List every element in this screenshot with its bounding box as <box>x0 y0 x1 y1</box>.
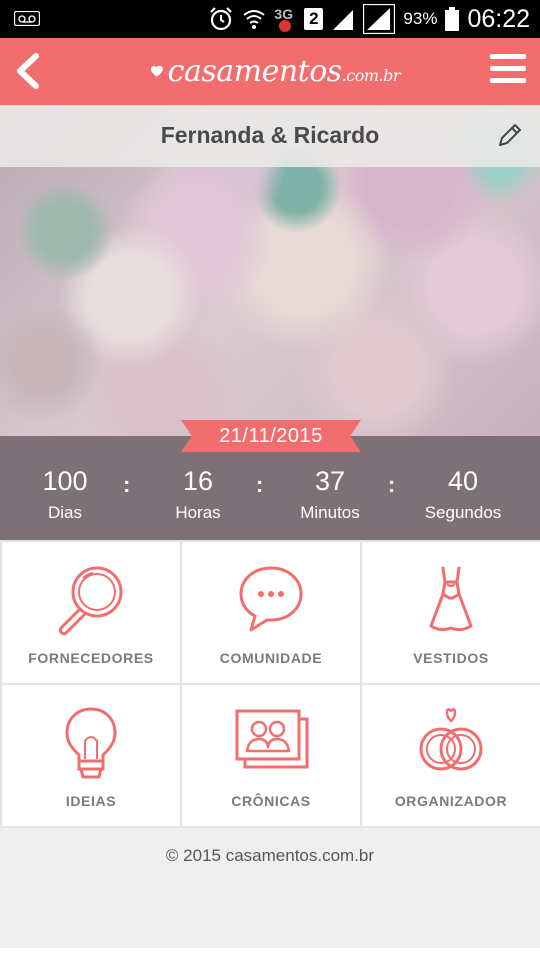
signal-icon <box>333 10 354 30</box>
hours-label: Horas <box>175 503 221 522</box>
wedding-date-ribbon: 21/11/2015 <box>181 420 361 452</box>
days-value: 100 <box>42 466 88 496</box>
tile-comunidade[interactable]: COMUNIDADE <box>182 542 360 683</box>
tile-label: COMUNIDADE <box>219 650 323 666</box>
tile-label: VESTIDOS <box>413 650 489 666</box>
alarm-icon <box>210 7 233 31</box>
tile-ideias[interactable]: IDEIAS <box>2 685 180 826</box>
clock: 06:22 <box>467 4 530 33</box>
countdown-separator: : <box>388 472 396 497</box>
wifi-icon <box>243 10 266 29</box>
countdown-separator: : <box>123 472 131 497</box>
minutes-value: 37 <box>314 466 346 496</box>
tile-label: CRÔNICAS <box>231 793 311 809</box>
signal-icon-2 <box>363 4 396 34</box>
app-bar: casamentos.com.br <box>0 38 540 105</box>
pencil-icon <box>499 124 521 146</box>
seconds-value: 40 <box>447 466 479 496</box>
minutes-label: Minutos <box>300 503 360 522</box>
battery-percent: 93% <box>403 9 438 28</box>
brand-name: casamentos.com.br <box>167 53 401 89</box>
copyright-text: © 2015 casamentos.com.br <box>165 846 375 865</box>
tile-label: FORNECEDORES <box>28 650 154 666</box>
countdown-seconds: 40 Segundos <box>398 466 528 523</box>
edit-button[interactable] <box>496 121 524 149</box>
countdown-minutes: 37 Minutos <box>265 466 395 523</box>
hamburger-icon <box>490 54 526 83</box>
sim-slot-badge: 2 <box>304 8 324 30</box>
tile-vestidos[interactable]: VESTIDOS <box>362 542 540 683</box>
wedding-date: 21/11/2015 <box>219 425 323 447</box>
footer: © 2015 casamentos.com.br <box>0 828 540 948</box>
magnifier-icon <box>58 566 123 636</box>
voicemail-icon <box>14 11 40 26</box>
days-label: Dias <box>47 503 82 522</box>
dress-icon <box>429 566 473 632</box>
brand-logo: casamentos.com.br <box>150 42 401 100</box>
hero-photo: Fernanda & Ricardo <box>0 105 540 436</box>
tile-fornecedores[interactable]: FORNECEDORES <box>2 542 180 683</box>
couple-names: Fernanda & Ricardo <box>160 122 380 148</box>
back-button[interactable] <box>10 48 50 94</box>
heart-logo-icon <box>150 65 163 77</box>
menu-button[interactable] <box>488 51 528 91</box>
menu-grid: FORNECEDORES COMUNIDADE VESTIDOS IDEIAS <box>0 540 540 828</box>
tile-cronicas[interactable]: CRÔNICAS <box>182 685 360 826</box>
photos-icon <box>235 709 309 769</box>
chevron-left-icon <box>17 53 39 89</box>
chat-bubble-icon <box>239 566 303 632</box>
lightbulb-icon <box>65 707 117 779</box>
no-data-icon <box>279 20 292 32</box>
tile-organizador[interactable]: ORGANIZADOR <box>362 685 540 826</box>
tile-label: ORGANIZADOR <box>394 793 508 809</box>
tile-label: IDEIAS <box>65 793 117 809</box>
countdown-separator: : <box>256 472 264 497</box>
countdown-days: 100 Dias <box>0 466 130 523</box>
bottom-strip <box>0 948 540 960</box>
hours-value: 16 <box>182 466 214 496</box>
seconds-label: Segundos <box>424 503 502 522</box>
status-bar: 3G 2 93% 06:22 <box>0 0 540 38</box>
rings-icon <box>419 708 483 771</box>
battery-icon <box>445 7 460 31</box>
network-3g-indicator: 3G <box>274 4 296 34</box>
couple-header: Fernanda & Ricardo <box>0 105 540 167</box>
countdown-hours: 16 Horas <box>133 466 263 523</box>
